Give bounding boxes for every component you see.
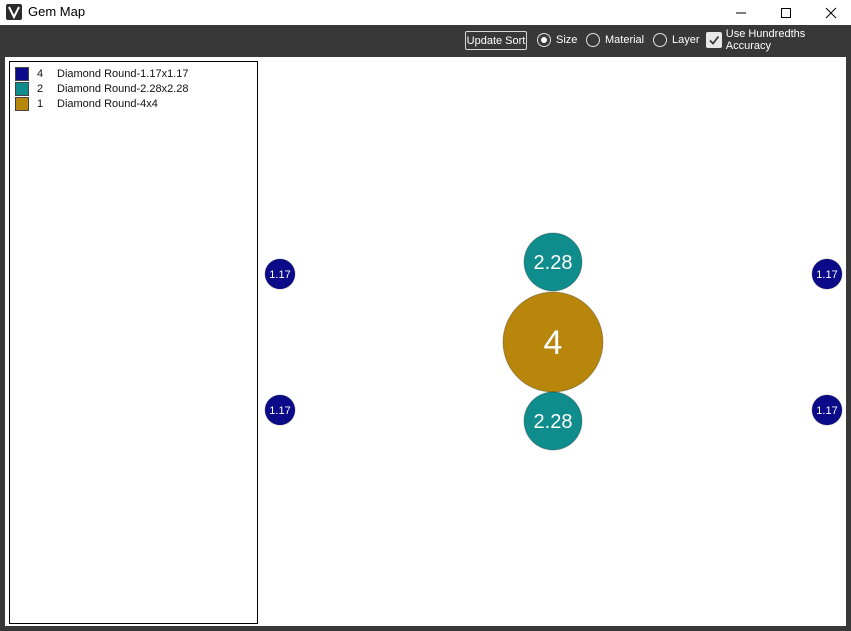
gem[interactable]: 4	[502, 291, 604, 393]
gem-size-label: 4	[544, 324, 563, 362]
gem-size-label: 1.17	[269, 269, 290, 281]
gem-size-label: 2.28	[534, 411, 573, 433]
gem[interactable]: 1.17	[811, 258, 843, 290]
gem-size-label: 1.17	[816, 405, 837, 417]
gem-map: 1.17 1.17 2.28 4 2.28 1.17 1.17	[264, 232, 843, 451]
gem-size-label: 2.28	[534, 252, 573, 274]
gem[interactable]: 2.28	[523, 391, 583, 451]
gem-size-label: 1.17	[816, 269, 837, 281]
gem[interactable]: 1.17	[811, 394, 843, 426]
gem[interactable]: 1.17	[264, 394, 296, 426]
gem[interactable]: 2.28	[523, 232, 583, 292]
gem[interactable]: 1.17	[264, 258, 296, 290]
gem-size-label: 1.17	[269, 405, 290, 417]
